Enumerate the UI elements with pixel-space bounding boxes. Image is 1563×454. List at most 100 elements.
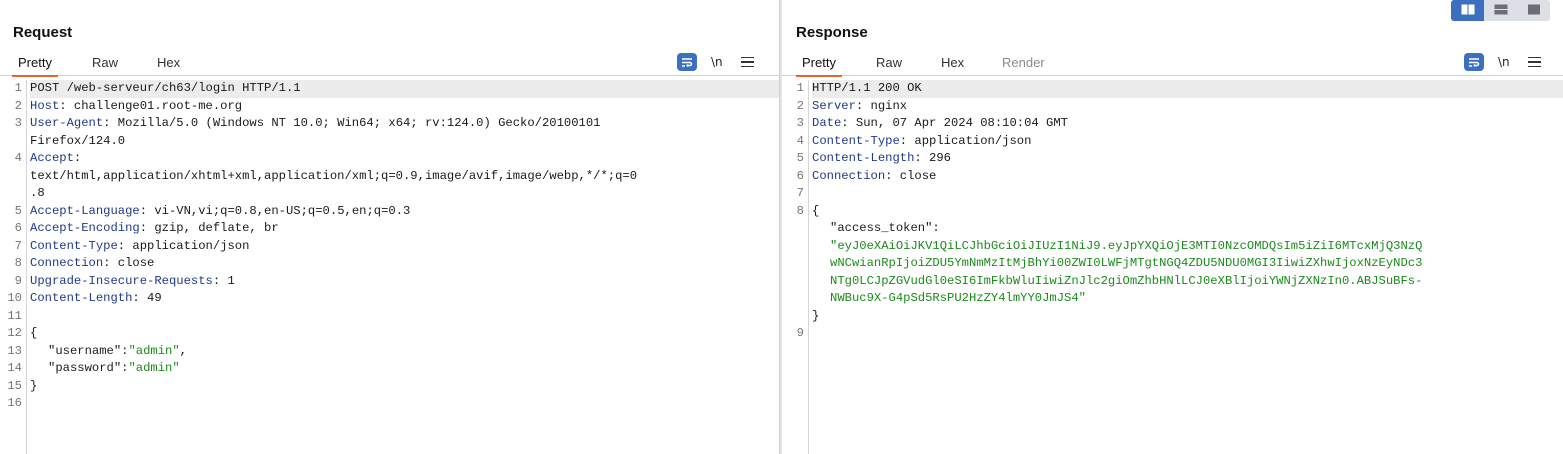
line-number: 2 [796,98,804,113]
code-line: } [782,308,1563,326]
code-token: } [812,308,820,323]
code-line: 13 "username":"admin", [0,343,779,361]
code-line: NWBuc9X-G4pSd5RsPU2HzZY4lmYY0JmJS4" [782,290,1563,308]
request-editor[interactable]: 1 POST /web-serveur/ch63/login HTTP/1.1 2 H… [0,80,779,454]
line-text: NWBuc9X-G4pSd5RsPU2HzZY4lmYY0JmJS4" [812,290,1563,308]
line-text: Firefox/124.0 [30,133,779,151]
code-line: 15} [0,378,779,396]
header-name: Content-Type [812,133,900,148]
code-line: .8 [0,185,779,203]
line-text: POST /web-serveur/ch63/login HTTP/1.1 [30,80,779,98]
line-number: 12 [7,326,22,340]
code-token: : application/json [899,133,1032,148]
newline-toggle-button[interactable]: \n [711,55,723,69]
code-token: HTTP/1.1 200 OK [812,81,922,95]
line-text: "eyJ0eXAiOiJKV1QiLCJhbGciOiJIUzI1NiJ9.ey… [812,238,1563,256]
header-name: Accept [30,151,74,165]
side-by-side-layout-button[interactable] [1451,0,1484,21]
line-number: 4 [14,151,22,165]
line-text [30,308,779,326]
line-text: .8 [30,185,779,203]
code-line: 9 Upgrade-Insecure-Requests: 1 [0,273,779,291]
code-token: "password" [48,361,122,375]
string-value: NWBuc9X-G4pSd5RsPU2HzZY4lmYY0JmJS4" [830,291,1086,305]
line-number: 7 [796,186,804,200]
newline-toggle-button[interactable]: \n [1498,55,1510,69]
line-number: 3 [796,116,804,130]
header-name: Connection [30,256,104,270]
code-line: 7 Content-Type: application/json [0,238,779,256]
code-line: "eyJ0eXAiOiJKV1QiLCJhbGciOiJIUzI1NiJ9.ey… [782,238,1563,256]
square-icon [1527,2,1541,20]
line-text: Content-Type: application/json [812,133,1563,151]
line-text: Upgrade-Insecure-Requests: 1 [30,273,779,291]
line-text: Server: nginx [812,98,1563,116]
line-number: 11 [7,308,22,323]
code-token: : challenge01.root-me.org [59,98,243,113]
code-token: { [812,203,820,218]
request-tools: \n [677,52,754,72]
code-line: 14 "password":"admin" [0,360,779,378]
header-name: Server [812,98,856,113]
response-tab-pretty[interactable]: Pretty [796,55,842,77]
hamburger-menu-icon[interactable] [1527,56,1541,68]
response-tab-render[interactable]: Render [1002,55,1045,70]
request-tab-raw[interactable]: Raw [92,55,118,70]
response-editor[interactable]: 1 HTTP/1.1 200 OK 2 Server: nginx 3 Date: Sun… [782,80,1563,454]
string-value: "admin" [128,361,180,375]
line-text: "access_token": [812,220,1563,238]
code-line: 2 Host: challenge01.root-me.org [0,98,779,116]
line-number: 7 [14,238,22,253]
wrap-text-icon[interactable] [677,53,697,71]
code-line: 7 [782,185,1563,203]
line-text: } [30,378,779,396]
code-token: : Mozilla/5.0 (Windows NT 10.0; Win64; x… [103,116,601,130]
code-line: 6 Accept-Encoding: gzip, deflate, br [0,220,779,238]
line-number: 16 [7,396,22,410]
line-text: Host: challenge01.root-me.org [30,98,779,116]
code-token: POST /web-serveur/ch63/login HTTP/1.1 [30,81,301,95]
code-token: : 296 [914,151,951,165]
line-text: Accept-Encoding: gzip, deflate, br [30,220,779,238]
response-tab-raw[interactable]: Raw [876,55,902,70]
request-tab-hex[interactable]: Hex [157,55,180,70]
code-token: : gzip, deflate, br [139,221,279,235]
layout-toggle [1451,0,1550,21]
response-code: 1 HTTP/1.1 200 OK 2 Server: nginx 3 Date: Sun… [782,80,1563,343]
code-token: "access_token" [830,221,933,235]
request-tabs: Pretty Raw Hex [0,52,779,77]
response-tab-hex[interactable]: Hex [941,55,964,70]
header-name: Content-Length [30,291,133,305]
line-text: NTg0LCJpZGVudGl0eSI6ImFkbWluIiwiZnJlc2gi… [812,273,1563,291]
line-number: 1 [14,81,22,95]
code-line: 2 Server: nginx [782,98,1563,116]
code-token: : [932,221,940,235]
line-text [812,185,1563,203]
wrap-text-icon[interactable] [1464,53,1484,71]
line-text [30,395,779,413]
header-name: User-Agent [30,116,104,130]
code-line: "access_token": [782,220,1563,238]
line-number: 6 [14,221,22,235]
code-token: text/html,application/xhtml+xml,applicat… [30,168,638,183]
code-line: 8 Connection: close [0,255,779,273]
code-line: 4 Accept: [0,150,779,168]
code-token: : [73,151,82,165]
line-number: 13 [7,343,22,358]
code-token: { [30,326,38,340]
single-layout-button[interactable] [1517,0,1550,21]
line-text: wNCwianRpIjoiZDU5YmNmMzItMjBhYi00ZWI0LWF… [812,255,1563,273]
code-token: : Sun, 07 Apr 2024 08:10:04 GMT [841,116,1068,130]
line-text: Connection: close [812,168,1563,186]
string-value: "admin" [128,343,180,358]
code-line: 16 [0,395,779,413]
code-token: : 49 [132,291,162,305]
response-title: Response [796,24,868,41]
line-number: 6 [796,168,804,183]
request-tab-pretty[interactable]: Pretty [12,55,58,77]
hamburger-menu-icon[interactable] [740,56,754,68]
line-text: Content-Length: 49 [30,290,779,308]
code-line: 9 [782,325,1563,343]
stacked-layout-button[interactable] [1484,0,1517,21]
header-name: Accept-Language [30,203,140,218]
